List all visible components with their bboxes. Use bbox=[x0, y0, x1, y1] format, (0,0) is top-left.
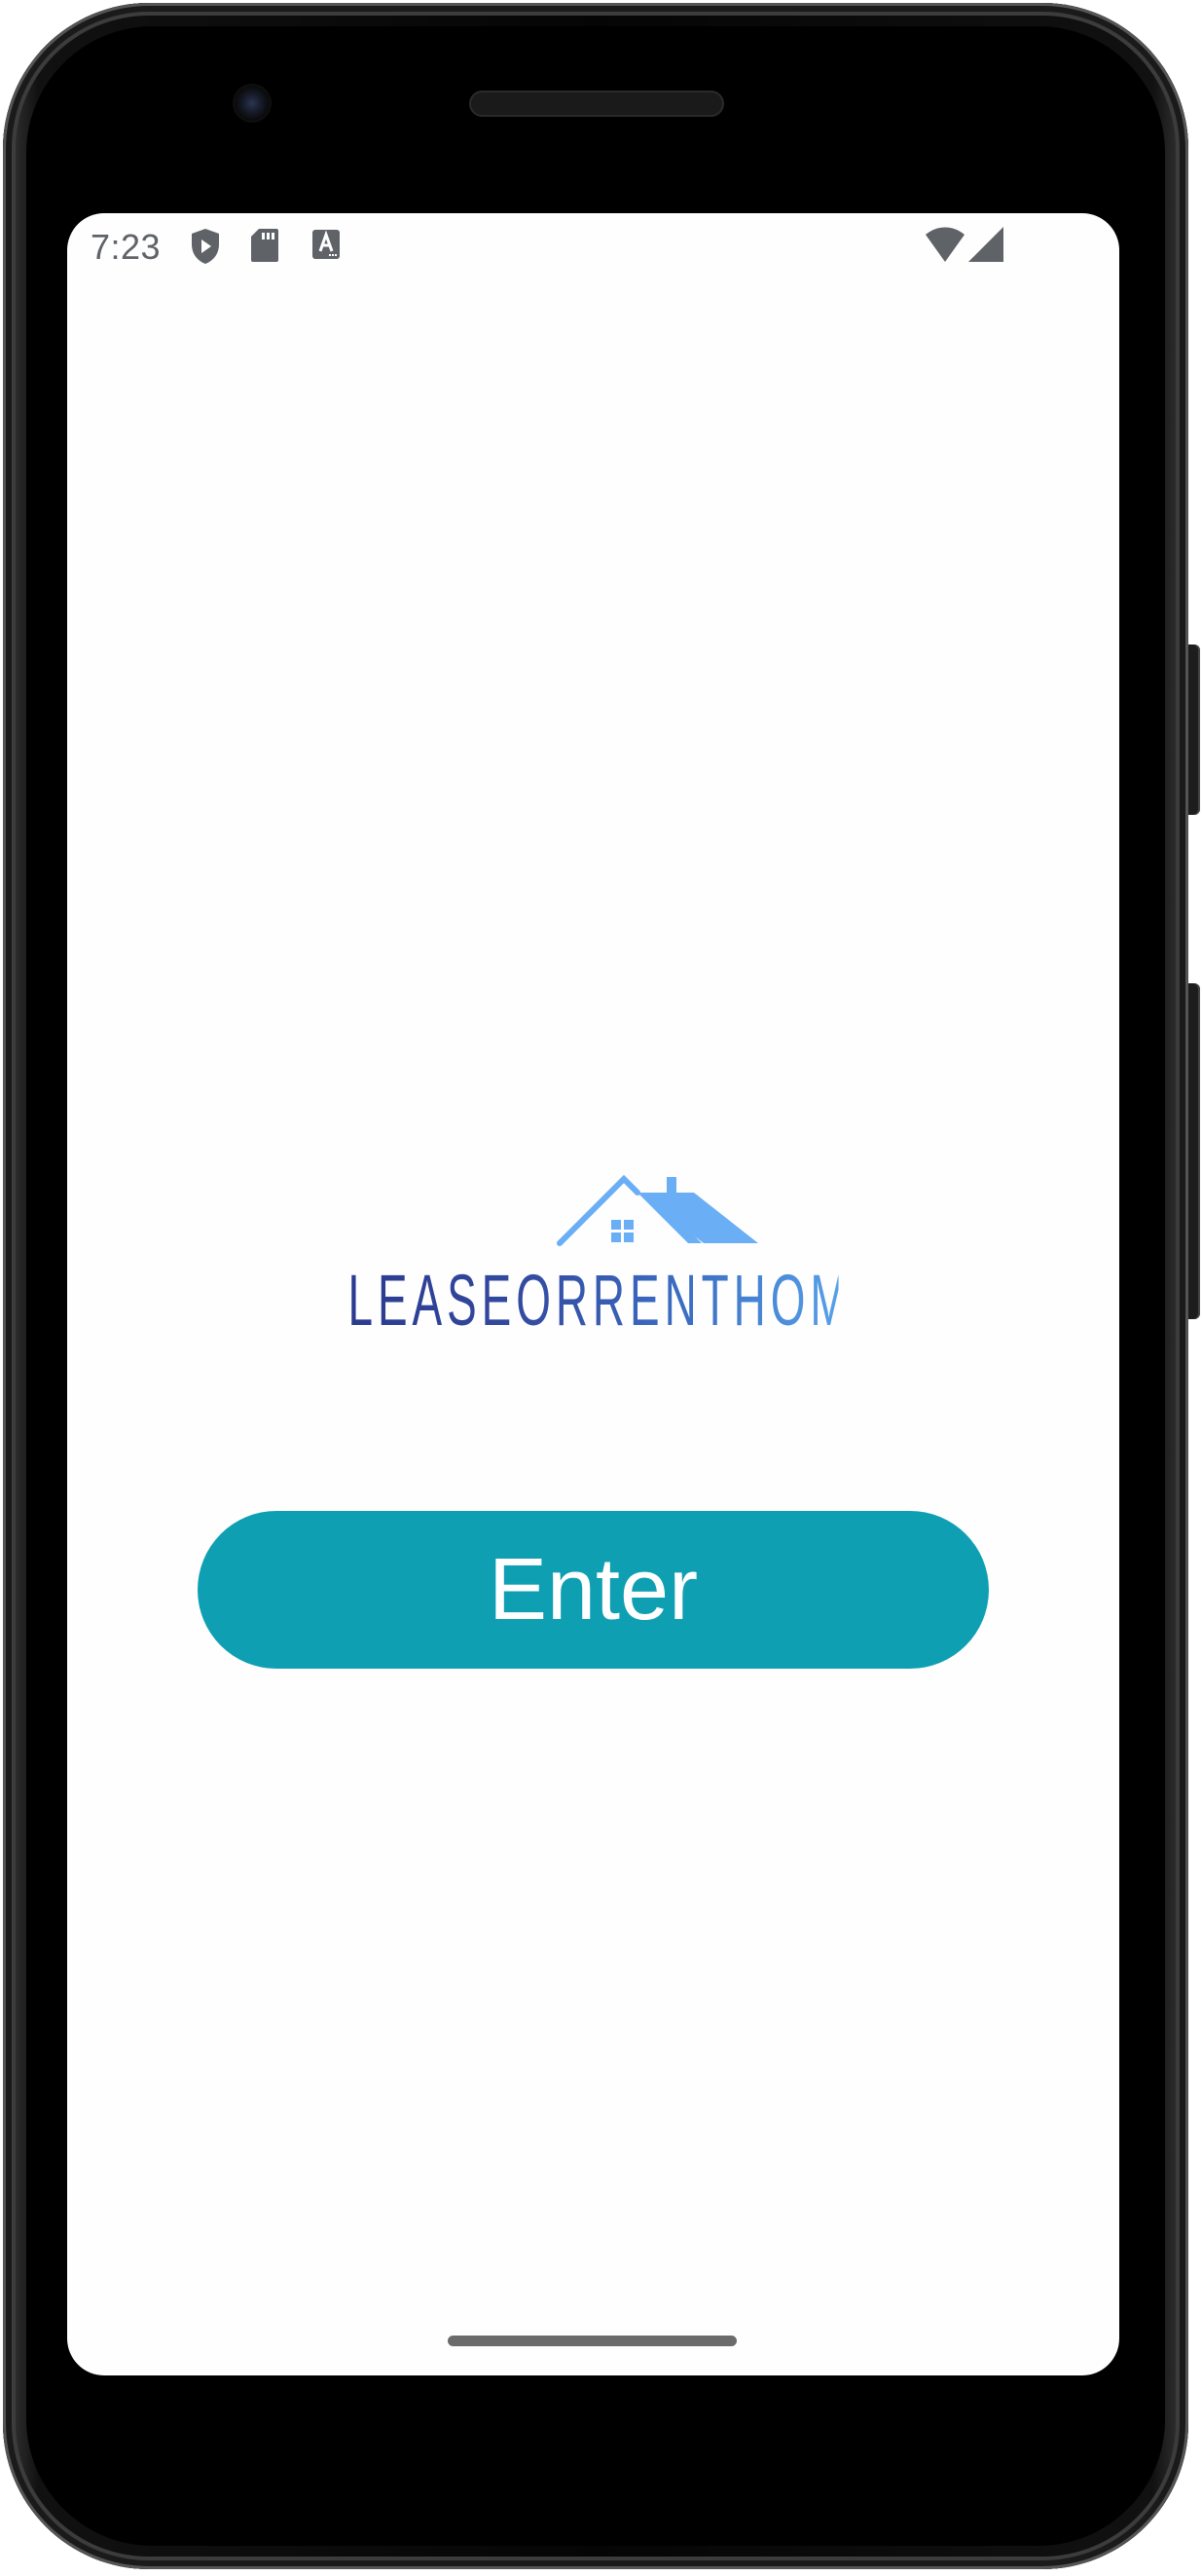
gesture-nav-handle[interactable] bbox=[448, 2336, 737, 2346]
front-camera bbox=[233, 84, 272, 123]
earpiece-speaker bbox=[469, 91, 724, 117]
wifi-icon bbox=[924, 225, 966, 269]
cell-signal-icon bbox=[966, 225, 1005, 269]
status-bar: 7:23 bbox=[67, 213, 1119, 281]
status-time: 7:23 bbox=[91, 227, 162, 267]
app-screen: 7:23 LEASEORRENTHOME INC Enter bbox=[67, 213, 1119, 2375]
logo-wordmark: LEASEORRENTHOME INC bbox=[347, 1260, 996, 1341]
house-roof-icon bbox=[556, 1173, 760, 1252]
company-logo: LEASEORRENTHOME INC bbox=[198, 957, 996, 1366]
text-accessibility-icon bbox=[311, 227, 341, 267]
sd-card-icon bbox=[250, 227, 279, 269]
enter-button[interactable]: Enter bbox=[198, 1511, 989, 1669]
play-protect-icon bbox=[189, 227, 222, 271]
phone-device: 7:23 LEASEORRENTHOME INC Enter bbox=[0, 0, 1202, 2576]
power-button[interactable] bbox=[1188, 644, 1200, 815]
volume-rocker[interactable] bbox=[1188, 983, 1200, 1319]
